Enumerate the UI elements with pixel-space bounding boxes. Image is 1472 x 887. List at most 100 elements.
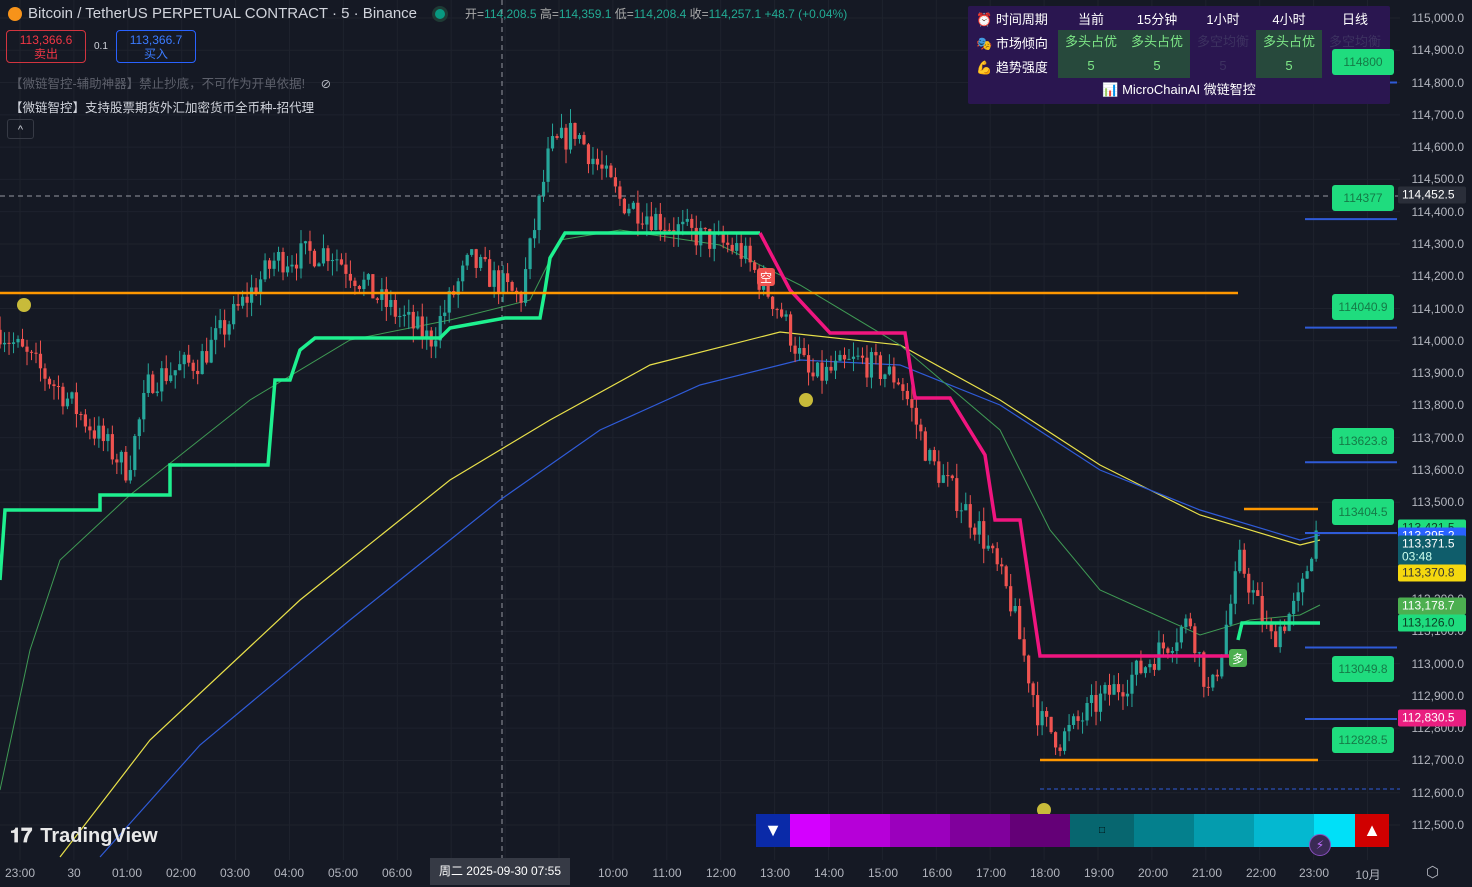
candle-body [1310,558,1314,572]
candle-body [1036,695,1040,726]
candle-body [1148,663,1152,668]
time-axis-label: 13:00 [759,866,791,880]
candle-body [955,478,959,511]
col-header: 当前 [1077,11,1104,27]
symbol-title[interactable]: Bitcoin / TetherUS PERPETUAL CONTRACT · … [28,5,417,22]
candle-body [1166,648,1170,653]
candle-body [780,309,784,317]
logo-text: TradingView [40,825,158,847]
candle-body [842,354,847,360]
candle-body [528,238,532,270]
candle-body [788,314,793,346]
candle-body [497,270,501,294]
candle-body [1031,683,1035,696]
candle-body [11,342,16,344]
candle-body [483,257,487,260]
sell-label: 卖出 [33,47,58,61]
candle-body [1103,684,1107,694]
candle-body [613,177,618,187]
crosshair-time-label: 周二 2025-09-30 07:55 [430,858,570,885]
candle-body [1062,731,1067,751]
candle-body [802,347,806,356]
price-axis-label: 112,700.0 [1411,753,1465,768]
price-axis-label: 113,600.0 [1411,462,1465,477]
level-price-label: 114800 [1332,48,1394,75]
up-arrow-icon: ▲ [1355,814,1389,847]
candle-body [910,399,914,408]
table-cell: 多头占优 [1256,30,1322,54]
candle-body [34,352,38,354]
candle-body [371,274,375,299]
ma-green-line [0,229,1321,791]
tradingview-logo[interactable]: 𝟏𝟕 TradingView [10,825,158,848]
candle-body [182,354,186,365]
price-axis-label: 114,900.0 [1411,43,1465,58]
candle-body [1193,626,1197,654]
price-axis-label: 114,700.0 [1411,107,1465,122]
candle-body [771,296,775,310]
time-axis-label: 04:00 [273,866,305,880]
candle-body [541,181,546,196]
bar-segment [830,814,890,847]
candle-body [227,324,231,335]
time-axis[interactable]: 23:00 30 01:00 02:00 03:00 04:00 05:00 06:00 10:… [0,860,1472,887]
indicator-legend-2[interactable]: 【微链智控】支持股票期货外汇加密货币全币种-招代理 [10,97,314,116]
candle-body [1053,732,1058,748]
price-axis-label: 114,200.0 [1411,269,1465,284]
candle-body [600,164,604,169]
indicator-legend-1[interactable]: 【微链智控-辅助神器】禁止抄底，不可作为开单依据! ⊘ [10,73,331,92]
candle-body [290,264,294,267]
table-cell: 5 [1124,54,1190,78]
candle-body [1238,549,1242,572]
price-axis-label: 113,000.0 [1411,656,1465,671]
candle-body [919,424,923,432]
settings-icon[interactable]: ⬡ [1426,863,1439,881]
candle-body [160,368,164,392]
price-tag: 112,830.5 [1398,709,1466,727]
ohlc-values: 开=114,208.5 高=114,359.1 低=114,208.4 收=11… [465,5,847,22]
candle-body [874,352,878,356]
candle-body [200,351,204,375]
candle-body [1143,667,1148,674]
bar-segment [1134,814,1194,847]
candle-body [793,345,797,354]
price-axis-label: 113,800.0 [1411,398,1465,413]
hidden-eye-icon[interactable]: ⊘ [321,77,331,91]
price-axis-label: 112,600.0 [1411,785,1465,800]
candle-body [1112,684,1116,695]
candle-body [564,127,568,150]
short-signal-label: 空 [760,271,772,285]
muscle-icon: 💪 [976,59,993,75]
candle-body [398,316,402,318]
candle-body [205,351,209,363]
bar-segment [1254,814,1314,847]
price-chart[interactable]: 空多 [0,0,1400,860]
candle-body [299,243,303,269]
candle-body [344,264,348,274]
bar-segment [890,814,950,847]
candle-body [1292,600,1296,614]
time-axis-label: 06:00 [381,866,413,880]
candle-body [47,378,52,385]
candle-body [70,392,74,399]
candle-body [20,338,25,347]
lightning-icon[interactable]: ⚡ [1309,834,1331,856]
candle-body [645,216,649,225]
candle-body [1233,571,1237,604]
time-axis-label: 11:00 [652,866,682,880]
sell-button[interactable]: 113,366.6 卖出 [6,30,86,63]
candle-body [92,430,96,439]
ma-yellow-line [59,331,1321,858]
candle-body [658,213,662,230]
candle-body [393,299,397,317]
collapse-legend-button[interactable]: ^ [7,119,34,139]
candle-body [218,320,222,329]
candle-body [155,391,159,393]
candle-body [97,425,101,439]
bar-segment [1010,814,1070,847]
buy-button[interactable]: 113,366.7 买入 [116,30,196,63]
candle-body [330,260,335,262]
price-axis[interactable]: 115,000.0 114,900.0 114,800.0 114,700.0 114,… [1400,0,1472,860]
candle-body [744,245,748,259]
candle-body [61,386,65,407]
